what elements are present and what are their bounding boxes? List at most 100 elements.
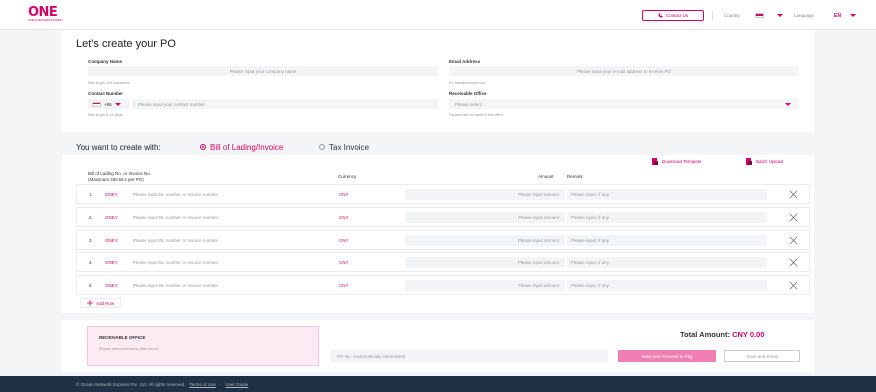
receivable-office-title: RECEIVABLE OFFICE xyxy=(99,335,146,340)
column-header-remark: Remark xyxy=(567,174,583,179)
bl-number-input[interactable]: Please input BL number or Invoice number xyxy=(133,192,218,197)
remark-input[interactable]: Please input, if any xyxy=(567,257,767,268)
company-name-label: Company Name xyxy=(88,59,123,64)
company-name-placeholder: Please input your company name xyxy=(229,68,297,74)
excel-file-icon xyxy=(652,157,658,165)
add-row-button[interactable]: Add Row xyxy=(80,298,122,308)
currency-select[interactable]: CNY xyxy=(339,238,349,243)
bl-number-input[interactable]: Please input BL number or Invoice number xyxy=(133,238,218,243)
language-label: Language xyxy=(794,13,815,18)
currency-select[interactable]: CNY xyxy=(339,192,349,197)
one-logo[interactable]: ONE OCEAN NETWORK EXPRESS xyxy=(28,5,63,23)
bl-number-input[interactable]: Please input BL number or Invoice number xyxy=(133,260,218,265)
country-flag-icon[interactable] xyxy=(755,13,764,18)
email-address-input[interactable]: Please input your e-mail address to rece… xyxy=(449,66,799,76)
po-number-placeholder: PO No. (Automatically Generated) xyxy=(337,353,406,359)
language-selector[interactable]: EN xyxy=(834,13,841,19)
download-template-label: Download Template xyxy=(662,158,702,164)
receivable-office-subtitle: (Please select receivable office above) xyxy=(99,347,159,351)
country-code-select[interactable]: +86 xyxy=(88,99,130,109)
currency-select[interactable]: CNY xyxy=(339,260,349,265)
table-row: 4. ONEY Please input BL number or Invoic… xyxy=(76,252,810,272)
table-row: 2. ONEY Please input BL number or Invoic… xyxy=(76,207,810,227)
column-header-bl-line2: (Maximum 450 BLs per PO) xyxy=(88,176,144,182)
divider xyxy=(712,11,713,20)
contact-number-input[interactable]: Please input your contact number xyxy=(132,99,438,109)
remark-input[interactable]: Please input, if any xyxy=(567,235,767,246)
footer: © Ocean Network Express Pte. Ltd. All ri… xyxy=(0,376,876,392)
email-address-hint: Ex: aaa@example.com xyxy=(449,81,486,85)
currency-select[interactable]: CNY xyxy=(339,215,349,220)
receivable-office-label: Receivable Office xyxy=(449,91,487,96)
remark-input[interactable]: Please input, if any xyxy=(567,280,767,291)
language-chevron-down-icon[interactable] xyxy=(850,14,856,17)
contact-number-placeholder: Please input your contact number xyxy=(138,101,206,107)
radio-tax-invoice-label[interactable]: Tax Invoice xyxy=(329,143,369,152)
user-guide-link[interactable]: User Guide xyxy=(225,382,248,387)
remark-input[interactable]: Please input, if any xyxy=(567,212,767,223)
contact-us-button[interactable]: Contact Us xyxy=(642,10,704,21)
row-number: 2. xyxy=(89,215,93,220)
row-number: 4. xyxy=(89,260,93,265)
bl-number-input[interactable]: Please input BL number or Invoice number xyxy=(133,215,218,220)
chevron-down-icon xyxy=(114,102,121,106)
table-row: 1. ONEY Please input BL number or Invoic… xyxy=(76,184,810,204)
amount-input[interactable]: Please input amount xyxy=(405,257,565,268)
column-header-bl: Bill of Lading No. or Invoice No. (Maxim… xyxy=(88,171,151,182)
excel-file-icon xyxy=(746,157,752,165)
copyright-text: © Ocean Network Express Pte. Ltd. All ri… xyxy=(76,381,186,387)
currency-select[interactable]: CNY xyxy=(339,283,349,288)
po-number-field: PO No. (Automatically Generated) xyxy=(330,350,608,362)
close-icon[interactable] xyxy=(789,258,798,267)
page-title: Let's create your PO xyxy=(76,38,176,50)
amount-input[interactable]: Please input amount xyxy=(405,189,565,200)
row-prefix: ONEY xyxy=(105,238,118,243)
close-icon[interactable] xyxy=(789,236,798,245)
receivable-office-select[interactable]: Please select xyxy=(449,99,799,109)
receivable-office-hint: Payment will be made to this office xyxy=(449,113,503,117)
column-header-bl-line1: Bill of Lading No. or Invoice No. xyxy=(88,171,152,176)
create-with-label: You want to create with: xyxy=(76,143,161,152)
batch-upload-label: Batch Upload xyxy=(756,158,784,164)
table-row: 3. ONEY Please input BL number or Invoic… xyxy=(76,230,810,250)
top-bar: ONE OCEAN NETWORK EXPRESS Contact Us Cou… xyxy=(0,0,876,30)
receivable-office-placeholder: Please select xyxy=(455,101,482,107)
row-prefix: ONEY xyxy=(105,260,118,265)
row-prefix: ONEY xyxy=(105,215,118,220)
contact-number-label: Contact Number xyxy=(88,91,124,96)
close-icon[interactable] xyxy=(789,190,798,199)
terms-of-use-link[interactable]: Terms of Use xyxy=(189,382,216,387)
total-amount-value: CNY 0.00 xyxy=(732,330,765,339)
amount-input[interactable]: Please input amount xyxy=(405,280,565,291)
remark-input[interactable]: Please input, if any xyxy=(567,189,767,200)
country-chevron-down-icon[interactable] xyxy=(777,14,783,17)
radio-tax-invoice[interactable] xyxy=(319,144,325,150)
save-and-email-button[interactable]: Save and Email xyxy=(724,350,800,362)
radio-bill-of-lading[interactable] xyxy=(200,144,206,150)
row-number: 3. xyxy=(89,238,93,243)
batch-upload-button[interactable]: Batch Upload xyxy=(746,156,783,166)
save-and-proceed-button[interactable]: Save and Proceed to Pay xyxy=(618,350,716,362)
radio-bill-of-lading-label[interactable]: Bill of Lading/Invoice xyxy=(210,143,283,152)
footer-separator: · xyxy=(219,381,222,387)
amount-input[interactable]: Please input amount xyxy=(405,212,565,223)
contact-us-label: Contact Us xyxy=(665,13,689,18)
country-code-value: +86 xyxy=(104,101,112,107)
table-row: 5. ONEY Please input BL number or Invoic… xyxy=(76,275,810,295)
close-icon[interactable] xyxy=(789,281,798,290)
amount-input[interactable]: Please input amount xyxy=(405,235,565,246)
plus-icon xyxy=(87,300,93,306)
logo-text: ONE xyxy=(28,5,58,20)
china-flag-icon xyxy=(92,101,101,107)
logo-subtitle: OCEAN NETWORK EXPRESS xyxy=(28,19,63,22)
column-header-currency: Currency xyxy=(338,174,357,179)
bl-number-input[interactable]: Please input BL number or Invoice number xyxy=(133,283,218,288)
contact-number-hint: Max length is 12 digits xyxy=(88,113,123,117)
company-name-input[interactable]: Please input your company name xyxy=(88,66,438,76)
column-header-amount: Amount xyxy=(538,174,554,179)
email-address-label: Email Address xyxy=(449,59,481,64)
country-label: Country xyxy=(724,13,740,18)
row-prefix: ONEY xyxy=(105,192,118,197)
download-template-button[interactable]: Download Template xyxy=(652,156,701,166)
close-icon[interactable] xyxy=(789,213,798,222)
